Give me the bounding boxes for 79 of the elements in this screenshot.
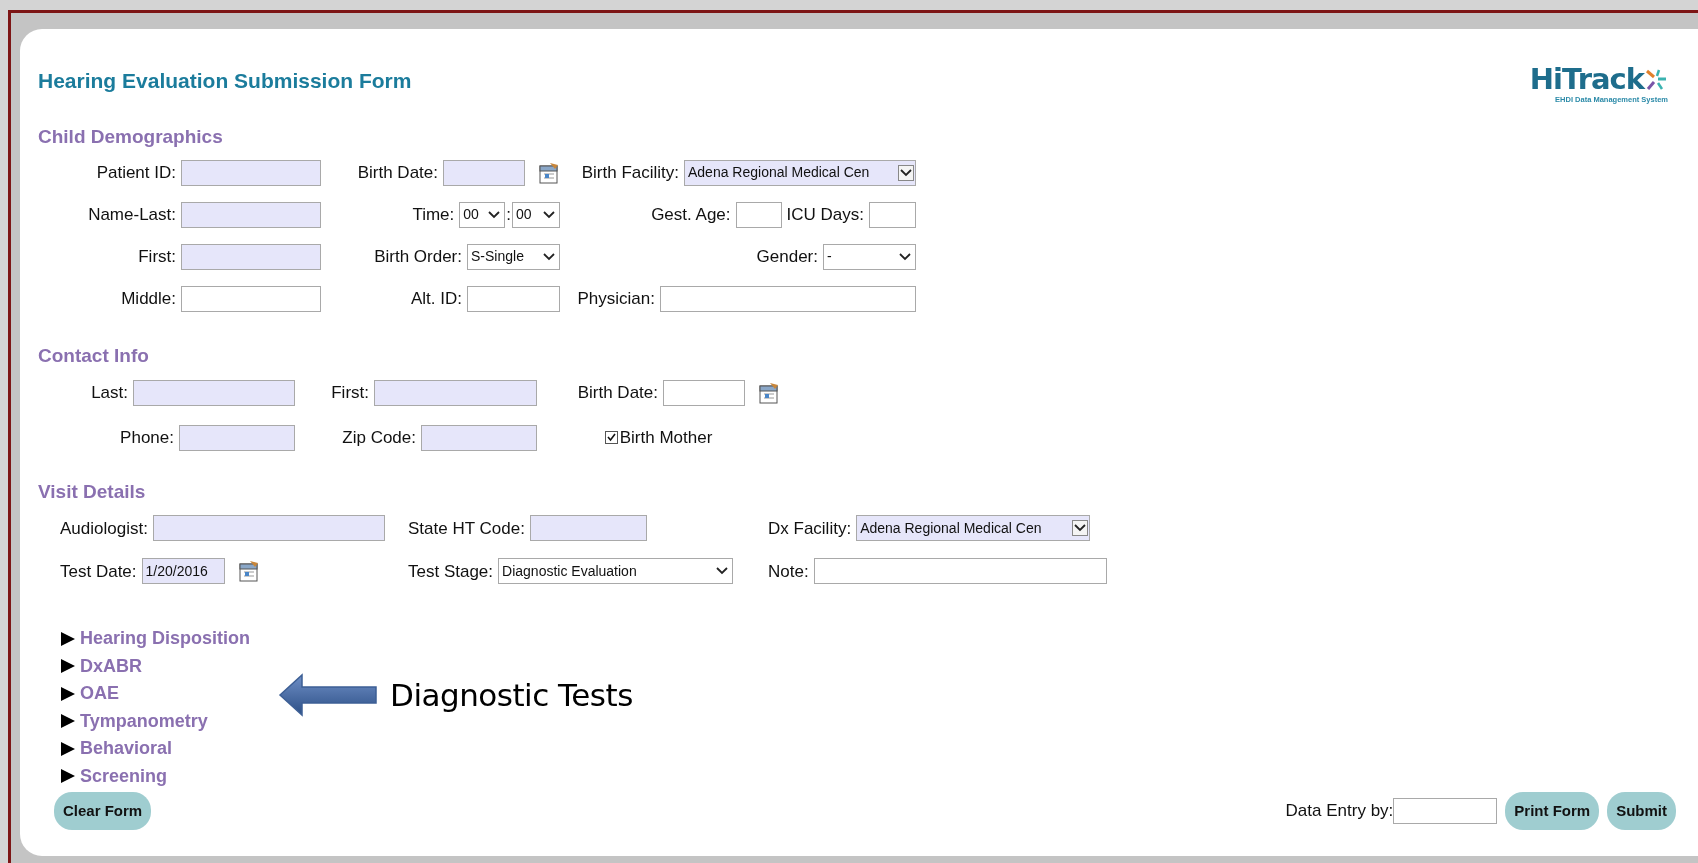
input-field[interactable] xyxy=(181,285,321,312)
date-field[interactable] xyxy=(663,379,745,406)
dropdown[interactable]: 00 xyxy=(459,201,506,228)
field-label: Time: xyxy=(412,204,455,226)
field-label: Test Date: xyxy=(60,560,137,583)
input-field[interactable] xyxy=(152,515,385,542)
expand-triangle-icon[interactable] xyxy=(60,630,76,647)
input-field[interactable] xyxy=(467,285,560,312)
dropdown[interactable]: - xyxy=(823,243,916,270)
input-field[interactable] xyxy=(421,424,537,451)
expand-triangle-icon[interactable] xyxy=(60,685,76,702)
field-label: Audiologist: xyxy=(60,517,148,540)
field-label: Middle: xyxy=(121,288,176,310)
section-link[interactable]: DxABR xyxy=(80,652,142,680)
section-title: Contact Info xyxy=(38,343,150,368)
input-field[interactable] xyxy=(133,379,295,406)
field-label: Note: xyxy=(768,560,809,583)
field-label: Last: xyxy=(91,382,128,404)
date-field[interactable] xyxy=(443,159,525,186)
checkbox[interactable] xyxy=(604,431,618,445)
field-label: Physician: xyxy=(577,288,655,310)
calendar-icon[interactable] xyxy=(538,161,560,184)
field-label: Gender: xyxy=(756,246,818,268)
field-label: State HT Code: xyxy=(408,517,525,540)
section-title: Visit Details xyxy=(38,480,147,505)
section-link[interactable]: Screening xyxy=(80,762,168,790)
input-field[interactable] xyxy=(179,424,295,451)
input-field[interactable] xyxy=(374,379,537,406)
input-field[interactable] xyxy=(660,285,916,312)
dropdown[interactable]: 00 xyxy=(512,201,560,228)
input-field[interactable] xyxy=(181,159,321,186)
calendar-icon[interactable] xyxy=(237,560,260,583)
field-label: Name-Last: xyxy=(88,204,176,226)
checkbox-label: Birth Mother xyxy=(619,427,713,449)
callout-text: Diagnostic Tests xyxy=(390,675,633,715)
field-label: Alt. ID: xyxy=(411,288,462,310)
field-label: First: xyxy=(138,246,176,268)
logo-icon xyxy=(1644,67,1668,92)
input-field[interactable] xyxy=(181,201,321,228)
expand-triangle-icon[interactable] xyxy=(60,740,76,757)
dropdown[interactable]: Adena Regional Medical Cen xyxy=(856,515,1091,542)
form-title: Hearing Evaluation Submission Form xyxy=(38,68,412,94)
expand-triangle-icon[interactable] xyxy=(60,713,76,729)
field-label: Patient ID: xyxy=(96,162,176,184)
field-label: Phone: xyxy=(120,427,174,449)
field-label: First: xyxy=(331,382,369,404)
dropdown[interactable]: Adena Regional Medical Cen xyxy=(684,159,916,186)
field-label: Test Stage: xyxy=(408,560,494,583)
expand-triangle-icon[interactable] xyxy=(60,768,76,784)
input-field[interactable] xyxy=(529,515,647,542)
submit-button[interactable]: Submit xyxy=(1607,791,1676,831)
input-field[interactable] xyxy=(1393,798,1498,824)
dropdown[interactable]: S-Single xyxy=(467,243,560,270)
input-field[interactable] xyxy=(181,243,321,270)
field-label: ICU Days: xyxy=(786,204,864,226)
section-link[interactable]: Behavioral xyxy=(80,735,173,762)
field-label: Birth Facility: xyxy=(581,162,679,184)
section-link[interactable]: Hearing Disposition xyxy=(80,625,250,652)
field-label: Zip Code: xyxy=(342,427,416,449)
section-link[interactable]: OAE xyxy=(80,680,119,707)
expand-triangle-icon[interactable] xyxy=(60,658,76,674)
input-field[interactable] xyxy=(869,201,916,228)
date-field[interactable]: 1/20/2016 xyxy=(141,558,225,585)
logo-text: HiTrack xyxy=(1529,65,1644,94)
field-label: Gest. Age: xyxy=(651,204,731,226)
input-field[interactable] xyxy=(735,201,782,228)
input-field[interactable] xyxy=(813,558,1107,585)
print-form-button[interactable]: Print Form xyxy=(1505,791,1600,831)
field-label: Birth Order: xyxy=(374,246,462,268)
field-label: Birth Date: xyxy=(357,162,438,184)
calendar-icon[interactable] xyxy=(758,381,780,404)
dropdown[interactable]: Diagnostic Evaluation xyxy=(498,558,734,585)
field-label: Dx Facility: xyxy=(768,517,852,540)
section-link[interactable]: Tympanometry xyxy=(80,707,208,735)
section-title: Child Demographics xyxy=(38,125,224,150)
field-label: Birth Date: xyxy=(577,382,658,404)
clear-form-button[interactable]: Clear Form xyxy=(54,791,152,831)
field-label: Data Entry by: xyxy=(1285,800,1394,823)
field-label: : xyxy=(506,204,511,226)
